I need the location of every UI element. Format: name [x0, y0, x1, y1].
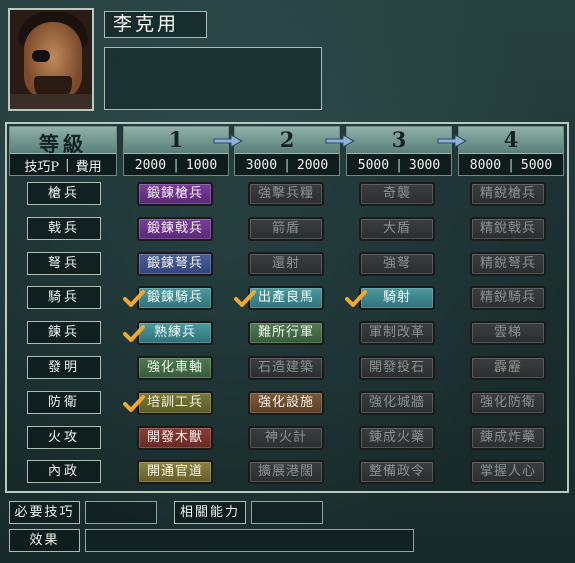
skill-button[interactable]: 錬成炸藥: [470, 426, 546, 450]
skill-button[interactable]: 精銳騎兵: [470, 286, 546, 310]
skill-button[interactable]: 強化車軸: [137, 356, 213, 380]
required-skill-label: 必要技巧: [9, 501, 80, 524]
header-level-4: 4 8000 | 5000: [458, 126, 564, 176]
level-cost: 3000: [408, 158, 441, 173]
officer-portrait: [8, 8, 94, 111]
effect-field: [85, 529, 414, 552]
level-arrow-icon: [213, 134, 243, 148]
skill-button[interactable]: 強弩: [359, 252, 435, 276]
related-ability-label: 相關能力: [174, 501, 246, 524]
level-tp: 5000: [357, 158, 390, 173]
description-box: [104, 47, 322, 110]
row-label: 戟兵: [27, 217, 101, 240]
skill-button[interactable]: 掌握人心: [470, 460, 546, 484]
skill-button[interactable]: 神火計: [248, 426, 324, 450]
row-label: 發明: [27, 356, 101, 379]
row-label: 弩兵: [27, 252, 101, 275]
level-arrow-icon: [437, 134, 467, 148]
row-label: 防衛: [27, 391, 101, 414]
level-cost: 5000: [520, 158, 553, 173]
skill-button[interactable]: 難所行軍: [248, 321, 324, 345]
effect-label: 效果: [9, 529, 80, 552]
level-number: 4: [503, 127, 519, 152]
skill-button[interactable]: 奇襲: [359, 182, 435, 206]
row-label: 火攻: [27, 426, 101, 449]
row-label: 內政: [27, 460, 101, 483]
skill-button[interactable]: 還射: [248, 252, 324, 276]
skill-button[interactable]: 鍛鍊騎兵: [137, 286, 213, 310]
skill-button[interactable]: 開發投石: [359, 356, 435, 380]
level-arrow-icon: [325, 134, 355, 148]
level-tp: 3000: [245, 158, 278, 173]
skill-button[interactable]: 軍制改革: [359, 321, 435, 345]
skill-button[interactable]: 霹靂: [470, 356, 546, 380]
officer-name: 李克用: [104, 11, 207, 38]
skill-button[interactable]: 擴展港闊: [248, 460, 324, 484]
skill-button[interactable]: 大盾: [359, 217, 435, 241]
skill-button[interactable]: 強化城牆: [359, 391, 435, 415]
eyepatch: [32, 50, 50, 62]
skill-button[interactable]: 精銳弩兵: [470, 252, 546, 276]
row-label: 騎兵: [27, 286, 101, 309]
level-number: 3: [391, 127, 407, 152]
skill-button[interactable]: 箭盾: [248, 217, 324, 241]
skill-button[interactable]: 精銳戟兵: [470, 217, 546, 241]
related-ability-field: [251, 501, 323, 524]
skill-button[interactable]: 騎射: [359, 286, 435, 310]
skill-button[interactable]: 強化設施: [248, 391, 324, 415]
skill-button[interactable]: 精銳槍兵: [470, 182, 546, 206]
required-skill-field: [85, 501, 157, 524]
skill-button[interactable]: 開通官道: [137, 460, 213, 484]
level-tp: 2000: [134, 158, 167, 173]
level-cost: 1000: [185, 158, 218, 173]
skill-button[interactable]: 錬成火藥: [359, 426, 435, 450]
level-cost: 2000: [296, 158, 329, 173]
skill-button[interactable]: 出產良馬: [248, 286, 324, 310]
row-label: 鍊兵: [27, 321, 101, 344]
header-level-cell: 等級 技巧P | 費用: [9, 126, 117, 176]
row-label: 槍兵: [27, 182, 101, 205]
header-cost-label: 費用: [75, 160, 102, 175]
skill-button[interactable]: 強化防衛: [470, 391, 546, 415]
skill-button[interactable]: 培訓工兵: [137, 391, 213, 415]
skill-button[interactable]: 鍛鍊戟兵: [137, 217, 213, 241]
skill-button[interactable]: 整備政令: [359, 460, 435, 484]
skill-button[interactable]: 開發木獸: [137, 426, 213, 450]
header-title: 等級: [39, 132, 87, 156]
header-tp-label: 技巧P: [24, 160, 60, 175]
skill-button[interactable]: 雲梯: [470, 321, 546, 345]
level-tp: 8000: [469, 158, 502, 173]
level-number: 2: [279, 127, 295, 152]
skill-button[interactable]: 石造建築: [248, 356, 324, 380]
skill-button[interactable]: 強擊兵糧: [248, 182, 324, 206]
skill-button[interactable]: 鍛鍊槍兵: [137, 182, 213, 206]
skill-button[interactable]: 鍛鍊弩兵: [137, 252, 213, 276]
skill-button[interactable]: 熟練兵: [137, 321, 213, 345]
